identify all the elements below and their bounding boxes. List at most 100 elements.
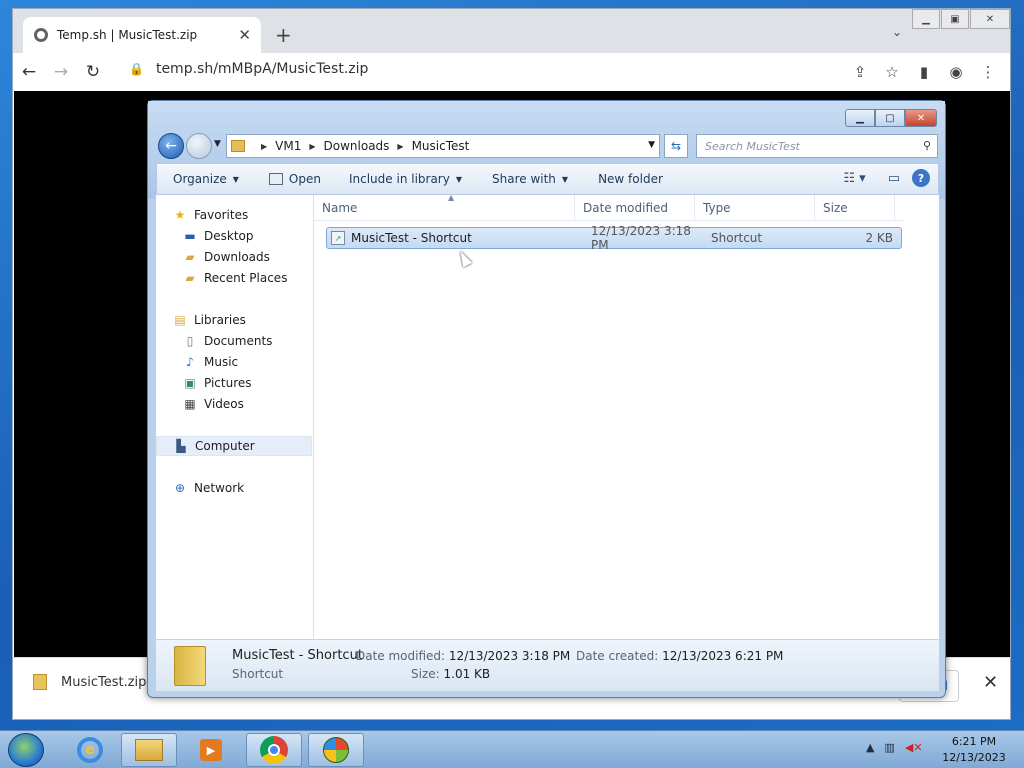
breadcrumb-item[interactable]: Downloads: [324, 139, 390, 153]
browser-tab[interactable]: Temp.sh | MusicTest.zip ✕: [23, 17, 261, 53]
network-tray-icon[interactable]: ▥: [884, 741, 894, 754]
document-icon: ▯: [186, 334, 194, 348]
zip-file-icon: [33, 674, 47, 690]
explorer-taskbar-icon[interactable]: [121, 733, 177, 767]
nav-label: Favorites: [194, 208, 249, 222]
clock[interactable]: 6:21 PM 12/13/2023: [936, 734, 1012, 766]
chevron-down-icon: ▼: [455, 174, 462, 184]
minimize-icon[interactable]: ▁: [845, 109, 875, 127]
column-size[interactable]: Size: [815, 195, 895, 221]
pictures-icon: ▣: [184, 376, 196, 390]
lock-icon: 🔒: [129, 62, 144, 76]
chevron-down-icon: ▼: [561, 174, 569, 184]
size-label: Size:: [411, 667, 440, 681]
forward-arrow-icon[interactable]: [186, 133, 212, 159]
include-in-library-button[interactable]: Include in library ▼: [349, 172, 462, 186]
nav-item-computer[interactable]: ▙ Computer: [156, 436, 312, 456]
clock-date: 12/13/2023: [942, 751, 1006, 764]
details-pane: MusicTest - Shortcut Shortcut Date modif…: [156, 639, 939, 691]
breadcrumb-item[interactable]: MusicTest: [412, 139, 470, 153]
close-icon[interactable]: ✕: [970, 9, 1010, 29]
media-player-icon[interactable]: ▶: [183, 733, 239, 767]
nav-item-favorites[interactable]: ★ Favorites: [172, 205, 328, 225]
preview-pane-icon[interactable]: ▭: [888, 171, 900, 186]
column-header: ▲ Name Date modified Type Size: [314, 193, 904, 221]
new-folder-button[interactable]: New folder: [598, 172, 663, 186]
chrome-icon: [260, 736, 288, 764]
volume-muted-icon[interactable]: ◀✕: [905, 741, 923, 754]
include-label: Include in library: [348, 172, 450, 186]
download-item[interactable]: MusicTest.zip: [33, 674, 146, 690]
nav-label: Documents: [204, 334, 273, 348]
nav-item-libraries[interactable]: ▤ Libraries: [172, 310, 328, 330]
chevron-right-icon[interactable]: ▶: [261, 142, 267, 151]
column-label: Size: [823, 201, 848, 215]
chevron-down-icon[interactable]: ▼: [648, 140, 655, 150]
music-icon: ♪: [186, 355, 194, 369]
share-icon[interactable]: ⇪: [844, 59, 876, 85]
table-row[interactable]: ↗ MusicTest - Shortcut 12/13/2023 3:18 P…: [326, 224, 902, 252]
breadcrumb[interactable]: ▶ VM1 ▶ Downloads ▶ MusicTest ▼: [226, 134, 660, 158]
back-arrow-icon[interactable]: ←: [158, 133, 184, 159]
globe-icon: [34, 28, 48, 42]
chevron-right-icon[interactable]: ▶: [309, 142, 315, 151]
open-button[interactable]: Open: [268, 172, 321, 186]
minimize-icon[interactable]: ▁: [912, 9, 940, 29]
view-options-icon[interactable]: ☷ ▾: [843, 171, 865, 186]
maximize-icon[interactable]: ▣: [941, 9, 969, 29]
close-tab-icon[interactable]: ✕: [238, 26, 251, 44]
navigation-pane: ★ Favorites ▬ Desktop ▰ Downloads ▰ Recent P…: [156, 195, 314, 639]
nav-label: Network: [194, 481, 245, 495]
chrome-taskbar-icon[interactable]: [246, 733, 302, 767]
profile-icon[interactable]: ◉: [940, 59, 972, 85]
column-name[interactable]: ▲ Name: [314, 193, 575, 221]
search-input[interactable]: Search MusicTest ⚲: [696, 134, 938, 158]
tab-search-chevron-icon[interactable]: ⌄: [892, 25, 902, 39]
new-tab-icon[interactable]: +: [275, 23, 292, 47]
taskbar: e ▶ ▲ ▥ ◀✕ 6:21 PM 12/13/2023: [0, 730, 1024, 768]
nav-item-network[interactable]: ⊕ Network: [172, 478, 328, 498]
column-date-modified[interactable]: Date modified: [575, 195, 695, 221]
column-type[interactable]: Type: [695, 195, 815, 221]
file-date: 12/13/2023 3:18 PM: [591, 224, 691, 252]
column-label: Date modified: [583, 201, 669, 215]
file-size: 2 KB: [865, 231, 893, 245]
chevron-down-icon: ▼: [232, 174, 239, 184]
breadcrumb-item[interactable]: VM1: [275, 139, 301, 153]
address-bar[interactable]: 🔒 temp.sh/mMBpA/MusicTest.zip: [129, 61, 368, 77]
nav-label: Libraries: [194, 313, 246, 327]
internet-explorer-icon[interactable]: e: [62, 733, 118, 767]
chevron-right-icon[interactable]: ▶: [397, 142, 403, 151]
desktop-icon: ▬: [184, 229, 196, 243]
bookmark-star-icon[interactable]: ☆: [876, 59, 908, 85]
library-icon: ▤: [174, 313, 186, 327]
windows-logo-icon: [323, 737, 349, 763]
share-with-button[interactable]: Share with ▼: [492, 172, 568, 186]
start-button[interactable]: [8, 733, 44, 767]
side-panel-icon[interactable]: ▮: [908, 59, 940, 85]
modified-label: Date modified:: [356, 649, 446, 663]
file-type: Shortcut: [711, 231, 763, 245]
recent-pages-chevron-icon[interactable]: ▼: [214, 139, 221, 149]
menu-icon[interactable]: ⋮: [972, 59, 1004, 85]
close-icon[interactable]: ✕: [905, 109, 937, 127]
nav-label: Music: [204, 355, 239, 369]
back-icon[interactable]: ←: [13, 62, 45, 82]
forward-icon[interactable]: →: [45, 62, 77, 82]
reload-icon[interactable]: ↻: [77, 62, 109, 82]
download-file-name: MusicTest.zip: [61, 674, 147, 690]
ie-logo-icon: e: [77, 737, 103, 763]
help-icon[interactable]: ?: [912, 169, 930, 187]
column-label: Type: [703, 201, 731, 215]
organize-button[interactable]: Organize ▼: [173, 172, 239, 186]
browser-toolbar: ← → ↻ 🔒 temp.sh/mMBpA/MusicTest.zip ⇪ ☆ …: [13, 53, 1010, 91]
refresh-icon[interactable]: ⇆: [664, 134, 688, 158]
show-hidden-icons-icon[interactable]: ▲: [866, 741, 874, 754]
details-type: Shortcut: [232, 667, 284, 681]
command-bar: Organize ▼ Open Include in library ▼ Share…: [156, 163, 939, 195]
maximize-icon[interactable]: ▢: [875, 109, 905, 127]
shortcut-icon: ↗: [331, 231, 345, 245]
close-download-bar-icon[interactable]: ✕: [983, 672, 998, 693]
tab-title: Temp.sh | MusicTest.zip: [57, 28, 198, 42]
windows-taskbar-icon[interactable]: [308, 733, 364, 767]
